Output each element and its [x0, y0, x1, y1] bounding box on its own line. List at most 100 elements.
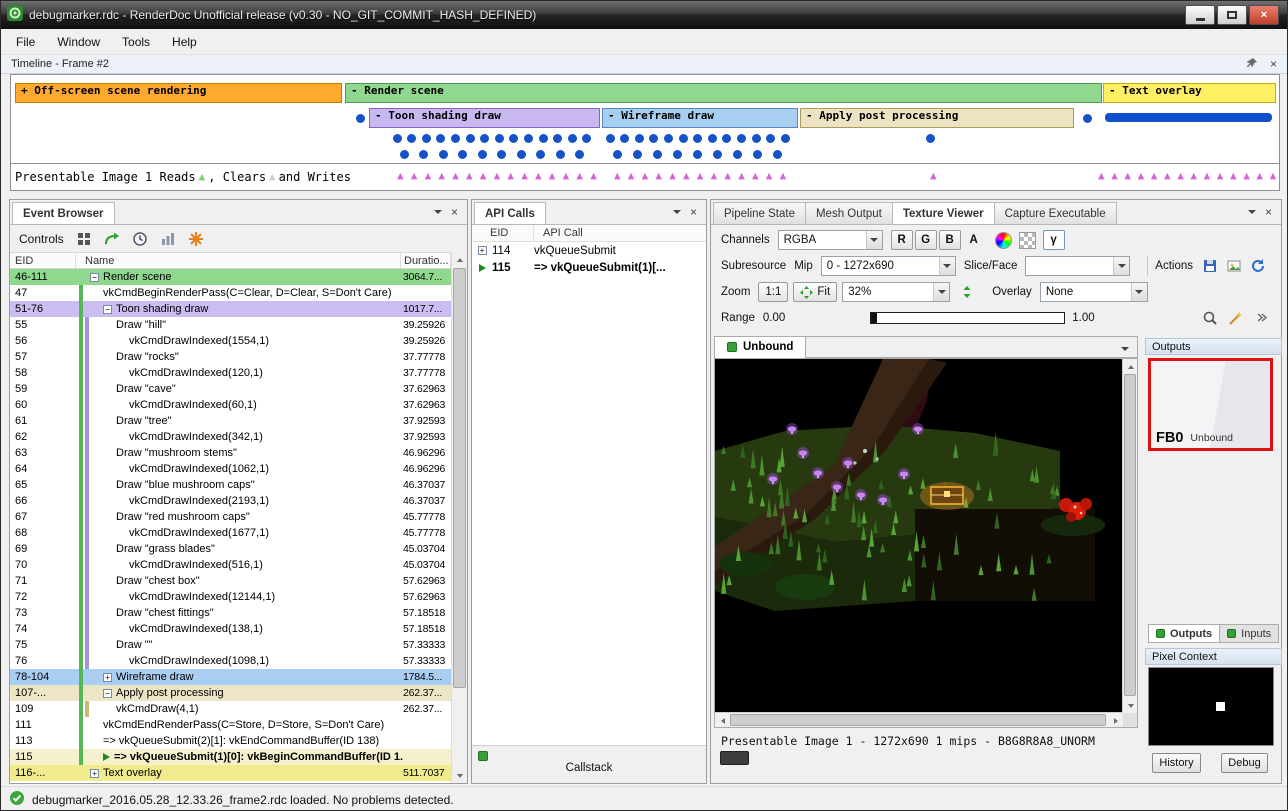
scroll-down-icon[interactable] — [1123, 698, 1138, 713]
menu-help[interactable]: Help — [161, 30, 208, 54]
close-icon[interactable]: × — [1265, 206, 1272, 218]
chevron-down-icon[interactable] — [434, 210, 442, 214]
draw-event-dot[interactable] — [458, 150, 467, 159]
draw-event-dot[interactable] — [664, 134, 673, 143]
event-row[interactable]: 73Draw "chest fittings"57.18518 — [10, 605, 453, 621]
write-usage-triangle[interactable]: ▲ — [480, 169, 487, 182]
write-usage-triangle[interactable]: ▲ — [683, 169, 690, 182]
zoom-select[interactable]: 32% — [842, 282, 950, 302]
chevron-down-icon[interactable] — [1248, 210, 1256, 214]
draw-event-dot[interactable] — [613, 150, 622, 159]
draw-event-dot[interactable] — [633, 150, 642, 159]
refresh-icon[interactable] — [1249, 257, 1267, 275]
write-usage-triangle[interactable]: ▲ — [669, 169, 676, 182]
channel-a-button[interactable]: A — [963, 230, 985, 250]
draw-event-dot[interactable] — [451, 134, 460, 143]
write-usage-triangle[interactable]: ▲ — [614, 169, 621, 182]
range-slider[interactable] — [870, 312, 1065, 324]
write-usage-triangle[interactable]: ▲ — [549, 169, 556, 182]
column-duration[interactable]: Duratio... — [401, 253, 451, 268]
gamma-button[interactable]: γ — [1043, 230, 1065, 250]
zoom-range-icon[interactable] — [1201, 309, 1219, 327]
event-row[interactable]: 68vkCmdDrawIndexed(1677,1)45.77778 — [10, 525, 453, 541]
tab-event-browser[interactable]: Event Browser — [12, 202, 115, 224]
pixel-context-view[interactable] — [1148, 667, 1274, 746]
menu-tools[interactable]: Tools — [111, 30, 161, 54]
timeline-marker[interactable]: - Apply post processing — [800, 108, 1074, 128]
tab-texture-viewer[interactable]: Texture Viewer — [892, 202, 995, 224]
write-usage-triangle[interactable]: ▲ — [697, 169, 704, 182]
event-row[interactable]: 70vkCmdDrawIndexed(516,1)45.03704 — [10, 557, 453, 573]
write-usage-triangle[interactable]: ▲ — [521, 169, 528, 182]
draw-event-dot[interactable] — [439, 150, 448, 159]
event-row[interactable]: 113=> vkQueueSubmit(2)[1]: vkEndCommandB… — [10, 733, 453, 749]
draw-event-dot[interactable] — [480, 134, 489, 143]
draw-event-dot[interactable] — [649, 134, 658, 143]
write-usage-triangle[interactable]: ▲ — [397, 169, 404, 182]
draw-event-dot[interactable] — [407, 134, 416, 143]
write-usage-triangle[interactable]: ▲ — [466, 169, 473, 182]
column-eid[interactable]: EID — [472, 225, 534, 241]
event-row[interactable]: 107-...−Apply post processing262.37... — [10, 685, 453, 701]
zoom-1-1-button[interactable]: 1:1 — [758, 282, 788, 302]
timeline-span-bar[interactable] — [1105, 113, 1272, 122]
draw-event-dot[interactable] — [1083, 114, 1092, 123]
expander-icon[interactable]: − — [103, 305, 112, 314]
api-call-row[interactable]: +114vkQueueSubmit — [472, 242, 706, 259]
expander-icon[interactable]: + — [90, 769, 99, 778]
expander-icon[interactable]: + — [478, 246, 487, 255]
jump-to-event-icon[interactable] — [103, 230, 121, 248]
chevron-down-icon[interactable] — [673, 210, 681, 214]
write-usage-triangle[interactable]: ▲ — [1138, 169, 1145, 182]
tab-api-calls[interactable]: API Calls — [474, 202, 546, 224]
menu-file[interactable]: File — [5, 30, 46, 54]
draw-event-dot[interactable] — [620, 134, 629, 143]
draw-event-dot[interactable] — [766, 134, 775, 143]
draw-event-dot[interactable] — [422, 134, 431, 143]
slice-face-select[interactable] — [1025, 256, 1130, 276]
draw-event-dot[interactable] — [497, 150, 506, 159]
write-usage-triangle[interactable]: ▲ — [780, 169, 787, 182]
draw-event-dot[interactable] — [722, 134, 731, 143]
expander-icon[interactable]: + — [103, 673, 112, 682]
column-api-call[interactable]: API Call — [534, 227, 706, 239]
draw-event-dot[interactable] — [517, 150, 526, 159]
write-usage-triangle[interactable]: ▲ — [1111, 169, 1118, 182]
draw-event-dot[interactable] — [568, 134, 577, 143]
callstack-panel[interactable]: Callstack — [472, 745, 706, 783]
column-eid[interactable]: EID — [10, 253, 76, 268]
event-browser-scrollbar[interactable] — [451, 252, 467, 783]
event-row[interactable]: 66vkCmdDrawIndexed(2193,1)46.37037 — [10, 493, 453, 509]
event-row[interactable]: 111vkCmdEndRenderPass(C=Store, D=Store, … — [10, 717, 453, 733]
draw-event-dot[interactable] — [693, 150, 702, 159]
write-usage-triangle[interactable]: ▲ — [724, 169, 731, 182]
draw-event-dot[interactable] — [575, 150, 584, 159]
draw-event-dot[interactable] — [679, 134, 688, 143]
write-usage-triangle[interactable]: ▲ — [1164, 169, 1171, 182]
draw-event-dot[interactable] — [708, 134, 717, 143]
texture-hscrollbar[interactable] — [715, 712, 1123, 727]
event-row[interactable]: 59Draw "cave"37.62963 — [10, 381, 453, 397]
find-event-icon[interactable] — [187, 230, 205, 248]
event-row[interactable]: 64vkCmdDrawIndexed(1062,1)46.96296 — [10, 461, 453, 477]
overflow-chevron-icon[interactable] — [1253, 309, 1271, 327]
event-row[interactable]: 56vkCmdDrawIndexed(1554,1)39.25926 — [10, 333, 453, 349]
draw-event-dot[interactable] — [606, 134, 615, 143]
draw-event-dot[interactable] — [673, 150, 682, 159]
channel-g-button[interactable]: G — [915, 230, 937, 250]
time-durations-icon[interactable] — [131, 230, 149, 248]
scroll-down-icon[interactable] — [452, 768, 467, 783]
draw-event-dot[interactable] — [553, 134, 562, 143]
event-row[interactable]: 51-76−Toon shading draw1017.7... — [10, 301, 453, 317]
write-usage-triangle[interactable]: ▲ — [1177, 169, 1184, 182]
write-usage-triangle[interactable]: ▲ — [738, 169, 745, 182]
timeline-close-icon[interactable]: × — [1270, 58, 1277, 70]
api-call-row[interactable]: 115=> vkQueueSubmit(1)[... — [472, 259, 706, 276]
draw-event-dot[interactable] — [466, 134, 475, 143]
open-texture-list-icon[interactable] — [1225, 257, 1243, 275]
write-usage-triangle[interactable]: ▲ — [507, 169, 514, 182]
flip-y-icon[interactable] — [958, 283, 976, 301]
fb0-thumbnail[interactable]: FB0 Unbound — [1148, 358, 1273, 451]
range-handle[interactable] — [871, 313, 877, 323]
timeline-marker[interactable]: - Text overlay — [1103, 83, 1276, 103]
